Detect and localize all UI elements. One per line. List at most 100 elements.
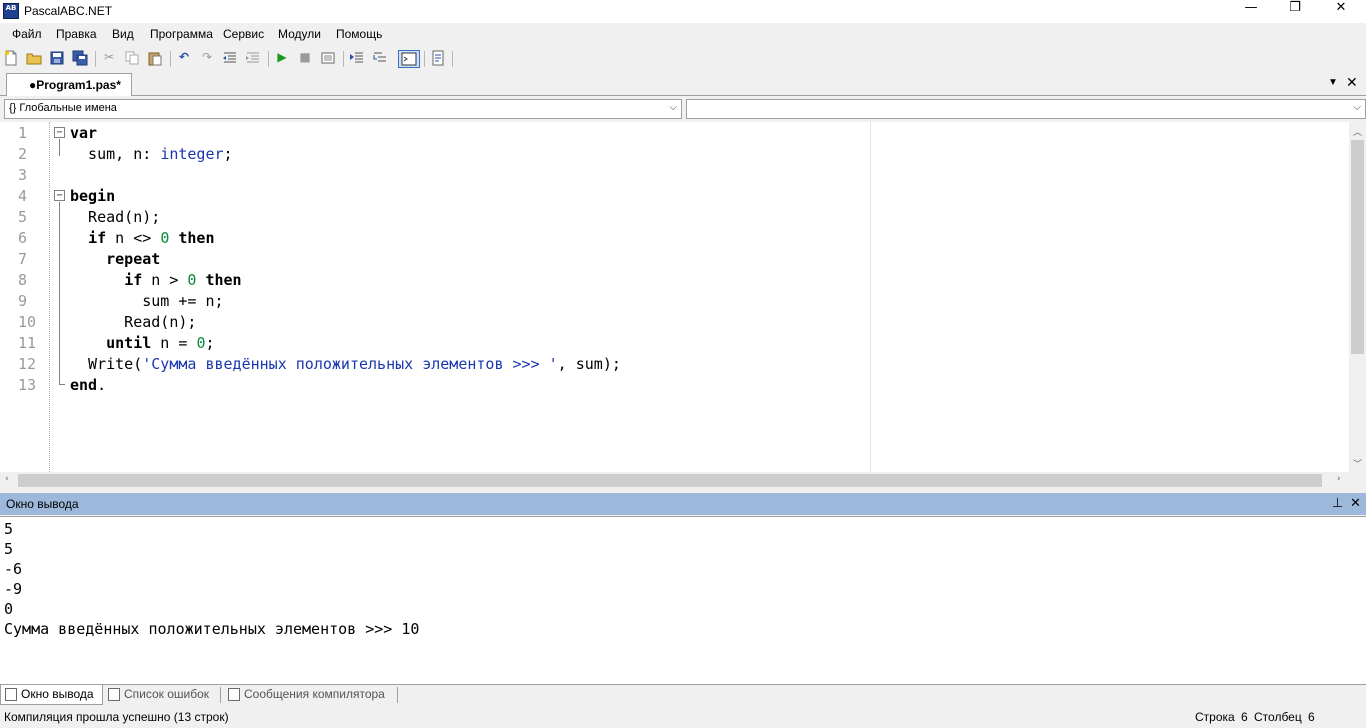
keyword-token: then [205, 271, 242, 289]
menu-file[interactable]: Файл [12, 27, 42, 41]
code-editor[interactable]: − − ︿ ﹀ 1 2 3 4 5 6 7 8 9 10 11 12 13 var sum, n: int… [0, 122, 1366, 472]
step-into-icon[interactable] [371, 50, 389, 68]
code-token: Read(n); [70, 313, 197, 331]
menu-edit[interactable]: Правка [56, 27, 97, 41]
stop-icon[interactable]: ■ [296, 50, 314, 68]
code-line: Read(n); [70, 207, 160, 228]
keyword-token: var [70, 124, 98, 142]
cut-icon[interactable]: ✂ [100, 50, 118, 68]
unindent-icon[interactable] [221, 50, 239, 68]
output-panel-title: Окно вывода [6, 497, 79, 511]
code-token: Read(n); [70, 208, 161, 226]
horizontal-scroll-thumb[interactable] [18, 474, 1322, 487]
chevron-down-icon: ⌵ [1353, 102, 1361, 113]
redo-icon[interactable]: ↷ [198, 50, 216, 68]
maximize-button[interactable]: ❐ [1272, 0, 1318, 23]
step-icon[interactable] [348, 50, 366, 68]
close-panel-icon[interactable]: ✕ [1350, 496, 1361, 511]
menu-view[interactable]: Вид [112, 27, 134, 41]
code-token: n = [151, 334, 197, 352]
window-title: PascalABC.NET [24, 4, 113, 18]
output-window-icon[interactable] [398, 50, 420, 68]
paste-icon[interactable] [146, 50, 164, 68]
save-all-icon[interactable] [71, 50, 89, 68]
keyword-token: end [70, 376, 98, 394]
menu-modules[interactable]: Модули [278, 27, 321, 41]
scroll-left-icon[interactable]: ‹ [5, 474, 9, 484]
toolbar-separator [170, 51, 171, 67]
tab-separator [397, 687, 398, 703]
open-file-icon[interactable] [25, 50, 43, 68]
code-token: . [97, 376, 107, 394]
code-token: n <> [106, 229, 161, 247]
line-number: 3 [18, 166, 28, 184]
code-token: Write( [70, 355, 143, 373]
line-number: 10 [18, 313, 37, 331]
code-line: Read(n); [70, 312, 196, 333]
run-icon[interactable]: ▶ [273, 50, 291, 68]
line-number: 9 [18, 292, 28, 310]
debug-icon[interactable] [429, 50, 447, 68]
error-list-icon [108, 688, 120, 701]
tab-program1[interactable]: ●Program1.pas* [6, 73, 132, 96]
global-names-label: {} Глобальные имена [9, 102, 117, 114]
title-bar: AB PascalABC.NET — ❐ ✕ [0, 0, 1366, 23]
line-number: 13 [18, 376, 37, 394]
keyword-token: then [178, 229, 215, 247]
keyword-token: if [124, 271, 143, 289]
column-label: Столбец [1254, 710, 1302, 724]
close-tab-icon[interactable]: ✕ [1346, 75, 1358, 91]
menu-program[interactable]: Программа [150, 27, 213, 41]
fold-toggle-icon[interactable]: − [54, 190, 65, 201]
code-line: Write('Сумма введённых положительных эле… [70, 354, 621, 375]
undo-icon[interactable]: ↶ [175, 50, 193, 68]
fold-end [59, 384, 65, 385]
status-message: Компиляция прошла успешно (13 строк) [4, 710, 229, 724]
code-line: var [70, 123, 97, 144]
tab-output-window[interactable]: Окно вывода [0, 685, 103, 705]
copy-icon[interactable] [123, 50, 141, 68]
toolbar-separator [424, 51, 425, 67]
indent-icon[interactable] [244, 50, 262, 68]
line-number: 12 [18, 355, 37, 373]
scroll-right-icon[interactable]: › [1337, 474, 1341, 484]
line-number: 4 [18, 187, 28, 205]
scroll-up-icon[interactable]: ︿ [1353, 125, 1362, 138]
row-label: Строка [1195, 710, 1235, 724]
members-combo[interactable]: ⌵ [686, 99, 1366, 119]
code-line: until n = 0; [70, 333, 214, 354]
vertical-scroll-thumb[interactable] [1351, 140, 1364, 354]
code-token: , sum); [557, 355, 621, 373]
menu-help[interactable]: Помощь [336, 27, 382, 41]
tab-list-chevron-icon[interactable]: ▼ [1328, 77, 1338, 88]
bottom-panel-tabs: Окно вывода Список ошибок Сообщения комп… [0, 684, 1366, 705]
code-token: sum += n; [70, 292, 224, 310]
code-line: if n > 0 then [70, 270, 242, 291]
close-window-button[interactable]: ✕ [1318, 0, 1364, 23]
line-number: 1 [18, 124, 28, 142]
compile-icon[interactable] [319, 50, 337, 68]
column-value: 6 [1308, 710, 1315, 724]
scroll-down-icon[interactable]: ﹀ [1353, 457, 1362, 470]
new-file-icon[interactable] [2, 50, 20, 68]
status-bar: Компиляция прошла успешно (13 строк) Стр… [0, 706, 1366, 728]
row-value: 6 [1241, 710, 1248, 724]
save-icon[interactable] [48, 50, 66, 68]
tab-compiler-messages[interactable]: Сообщения компилятора [224, 685, 391, 705]
menu-service[interactable]: Сервис [223, 27, 264, 41]
pin-icon[interactable]: ⊥ [1332, 496, 1343, 511]
fold-line [59, 202, 60, 384]
horizontal-scrollbar[interactable]: ‹ › [0, 472, 1349, 489]
output-text-area[interactable]: 5 5 -6 -9 0 Сумма введённых положительных эле… [0, 516, 1366, 684]
line-number: 11 [18, 334, 37, 352]
tab-error-list[interactable]: Список ошибок [104, 685, 215, 705]
line-number: 8 [18, 271, 28, 289]
keyword-token: begin [70, 187, 116, 205]
fold-toggle-icon[interactable]: − [54, 127, 65, 138]
keyword-token: repeat [106, 250, 161, 268]
minimize-button[interactable]: — [1228, 0, 1274, 23]
global-names-combo[interactable]: {} Глобальные имена ⌵ [4, 99, 682, 119]
output-window-icon [5, 688, 17, 701]
navigation-bar: {} Глобальные имена ⌵ ⌵ [0, 97, 1366, 121]
vertical-scrollbar[interactable]: ︿ ﹀ [1349, 122, 1366, 472]
